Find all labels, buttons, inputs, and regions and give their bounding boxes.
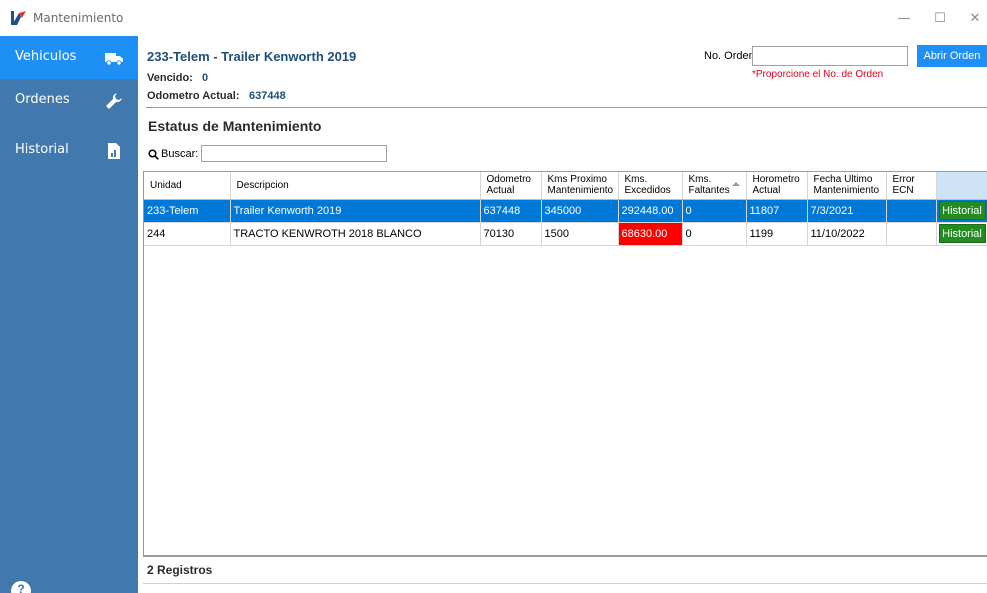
col-header-horometro[interactable]: Horometro Actual — [746, 172, 808, 200]
col-header-kms-excedidos[interactable]: Kms. Excedidos — [618, 172, 683, 200]
grid-header-row: Unidad Descripcion Odometro Actual Kms P… — [144, 172, 987, 200]
cell-odometro[interactable]: 70130 — [480, 222, 542, 246]
cell-error-ecn[interactable] — [886, 199, 937, 223]
cell-action: Historial — [936, 199, 987, 223]
odometro-value: 637448 — [249, 90, 286, 102]
orden-label: No. Orden: — [704, 50, 758, 62]
orden-hint: *Proporcione el No. de Orden — [752, 69, 884, 80]
cell-action: Historial — [936, 222, 987, 246]
table-row[interactable]: 244 TRACTO KENWROTH 2018 BLANCO 70130 15… — [144, 222, 987, 246]
minimize-button[interactable]: — — [893, 8, 915, 30]
cell-kms-proximo[interactable]: 345000 — [541, 199, 619, 223]
report-icon — [108, 143, 120, 159]
col-header-error-ecn[interactable]: Error ECN — [886, 172, 937, 200]
cell-fecha[interactable]: 11/10/2022 — [807, 222, 887, 246]
col-header-unidad[interactable]: Unidad — [144, 172, 231, 200]
truck-icon — [105, 53, 123, 66]
svg-text:?: ? — [17, 582, 24, 593]
cell-kms-excedidos[interactable]: 292448.00 — [618, 199, 683, 223]
col-header-descripcion[interactable]: Descripcion — [230, 172, 481, 200]
vehicle-title: 233-Telem - Trailer Kenworth 2019 — [147, 49, 357, 64]
title-bar: Mantenimiento — ☐ ✕ — [0, 0, 987, 36]
cell-descripcion[interactable]: Trailer Kenworth 2019 — [230, 199, 481, 223]
maintenance-grid: Unidad Descripcion Odometro Actual Kms P… — [143, 171, 987, 556]
app-logo-icon — [11, 11, 26, 25]
sidebar-item-vehiculos[interactable]: Vehiculos — [0, 36, 138, 79]
sidebar: Vehiculos Ordenes Historial ? — [0, 36, 138, 593]
bottom-divider — [143, 583, 987, 584]
section-title: Estatus de Mantenimiento — [148, 118, 322, 134]
historial-button[interactable]: Historial — [938, 201, 986, 220]
cell-odometro[interactable]: 637448 — [480, 199, 542, 223]
record-count: 2 Registros — [147, 563, 213, 577]
sidebar-item-label: Vehiculos — [15, 49, 77, 64]
window-title: Mantenimiento — [33, 11, 124, 25]
col-header-odometro[interactable]: Odometro Actual — [480, 172, 542, 200]
close-button[interactable]: ✕ — [964, 8, 986, 30]
cell-horometro[interactable]: 1199 — [746, 222, 808, 246]
search-label: Buscar: — [161, 148, 199, 160]
sidebar-item-label: Historial — [15, 142, 69, 157]
table-row[interactable]: 233-Telem Trailer Kenworth 2019 637448 3… — [144, 199, 987, 223]
search-icon — [148, 149, 159, 160]
search-input[interactable] — [201, 145, 387, 162]
sidebar-item-label: Ordenes — [15, 92, 70, 107]
cell-error-ecn[interactable] — [886, 222, 937, 246]
odometro-label: Odometro Actual: — [147, 90, 240, 102]
vencido-value: 0 — [202, 72, 209, 84]
cell-fecha[interactable]: 7/3/2021 — [807, 199, 887, 223]
cell-kms-excedidos[interactable]: 68630.00 — [618, 222, 683, 246]
cell-horometro[interactable]: 11807 — [746, 199, 808, 223]
help-icon[interactable]: ? — [10, 579, 32, 593]
cell-kms-faltantes[interactable]: 0 — [682, 199, 747, 223]
col-header-action[interactable] — [936, 172, 987, 200]
col-header-kms-proximo[interactable]: Kms Proximo Mantenimiento — [541, 172, 619, 200]
cell-kms-proximo[interactable]: 1500 — [541, 222, 619, 246]
orden-input[interactable] — [752, 46, 908, 66]
cell-unidad[interactable]: 244 — [144, 222, 231, 246]
cell-kms-faltantes[interactable]: 0 — [682, 222, 747, 246]
historial-button[interactable]: Historial — [938, 224, 986, 243]
sidebar-item-ordenes[interactable]: Ordenes — [0, 79, 138, 122]
cell-descripcion[interactable]: TRACTO KENWROTH 2018 BLANCO — [230, 222, 481, 246]
header-divider — [146, 107, 987, 108]
sort-ascending-icon — [731, 182, 740, 186]
col-header-kms-faltantes[interactable]: Kms. Faltantes — [682, 172, 747, 200]
vencido-label: Vencido: — [147, 72, 193, 84]
wrench-icon — [106, 93, 122, 109]
cell-unidad[interactable]: 233-Telem — [144, 199, 231, 223]
footer-divider — [143, 556, 987, 557]
abrir-orden-button[interactable]: Abrir Orden — [917, 45, 987, 67]
col-header-fecha[interactable]: Fecha Ultimo Mantenimiento — [807, 172, 887, 200]
maximize-button[interactable]: ☐ — [929, 8, 951, 30]
sidebar-item-historial[interactable]: Historial — [0, 129, 138, 172]
